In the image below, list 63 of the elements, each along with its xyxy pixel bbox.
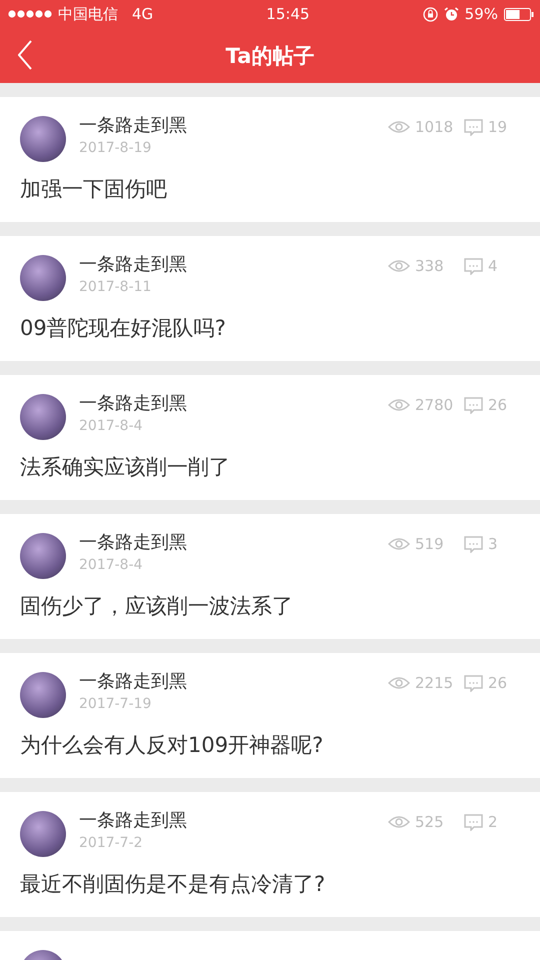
alarm-icon (444, 6, 459, 22)
view-count: 2780 (415, 395, 454, 415)
post-date: 2017-8-4 (79, 417, 144, 436)
post-title: 最近不削固伤是不是有点冷清了? (20, 871, 326, 898)
eye-icon (388, 120, 410, 134)
avatar (20, 533, 66, 579)
eye-icon (388, 259, 410, 273)
comment-count: 26 (488, 673, 508, 693)
author-name: 一条路走到黑 (79, 809, 188, 833)
battery-icon (504, 8, 534, 20)
author-name: 一条路走到黑 (79, 670, 188, 694)
signal-icon (8, 10, 52, 18)
post-title: 加强一下固伤吧 (20, 176, 168, 203)
battery-percent: 59% (464, 5, 498, 23)
view-count: 1018 (415, 117, 454, 137)
avatar (20, 394, 66, 440)
post-date: 2017-8-4 (79, 556, 144, 575)
post-date: 2017-7-2 (79, 834, 144, 853)
page-title: Ta的帖子 (226, 42, 314, 70)
view-count: 525 (415, 812, 444, 832)
comment-icon (464, 536, 483, 553)
clock-time: 15:45 (266, 5, 310, 23)
avatar (20, 255, 66, 301)
comment-count: 26 (488, 395, 508, 415)
comment-icon (464, 675, 483, 692)
comment-icon (464, 258, 483, 275)
comment-count: 3 (488, 534, 498, 554)
avatar (20, 672, 66, 718)
eye-icon (388, 398, 410, 412)
comment-count: 19 (488, 117, 508, 137)
post-title: 09普陀现在好混队吗? (20, 315, 227, 342)
view-count: 2215 (415, 673, 454, 693)
eye-icon (388, 537, 410, 551)
comment-icon (464, 397, 483, 414)
post-title: 固伤少了，应该削一波法系了 (20, 593, 294, 620)
author-name: 一条路走到黑 (79, 531, 188, 555)
avatar (20, 811, 66, 857)
post-date: 2017-8-19 (79, 139, 152, 158)
network-type: 4G (132, 5, 154, 23)
avatar (20, 116, 66, 162)
post-card[interactable]: 一条路走到黑 2017-8-4 2780 26 法系确实应该削一削了 (0, 375, 540, 500)
post-card[interactable]: 一条路走到黑 2017-7-2 525 2 最近不削固伤是不是有点冷清了? (0, 792, 540, 917)
eye-icon (388, 676, 410, 690)
post-card[interactable]: 一条路走到黑 2017-8-11 338 4 09普陀现在好混队吗? (0, 236, 540, 361)
author-name: 一条路走到黑 (79, 253, 188, 277)
comment-count: 4 (488, 256, 498, 276)
post-card[interactable]: 一条路走到黑 2017-8-19 1018 19 加强一下固伤吧 (0, 97, 540, 222)
eye-icon (388, 815, 410, 829)
rotation-lock-icon (422, 6, 438, 22)
view-count: 519 (415, 534, 444, 554)
post-title: 为什么会有人反对109开神器呢? (20, 732, 324, 759)
view-count: 338 (415, 256, 444, 276)
comment-icon (464, 814, 483, 831)
post-date: 2017-7-19 (79, 695, 152, 714)
post-card[interactable]: 一条路走到黑 2017-8-4 519 3 固伤少了，应该削一波法系了 (0, 514, 540, 639)
author-name: 一条路走到黑 (79, 392, 188, 416)
comment-icon (464, 119, 483, 136)
carrier-name: 中国电信 (58, 4, 118, 24)
post-date: 2017-8-11 (79, 278, 152, 297)
post-title: 法系确实应该削一削了 (20, 454, 231, 481)
author-name: 一条路走到黑 (79, 114, 188, 138)
post-card[interactable]: 一条路走到黑 2017-7-19 2215 26 为什么会有人反对109开神器呢? (0, 653, 540, 778)
comment-count: 2 (488, 812, 498, 832)
